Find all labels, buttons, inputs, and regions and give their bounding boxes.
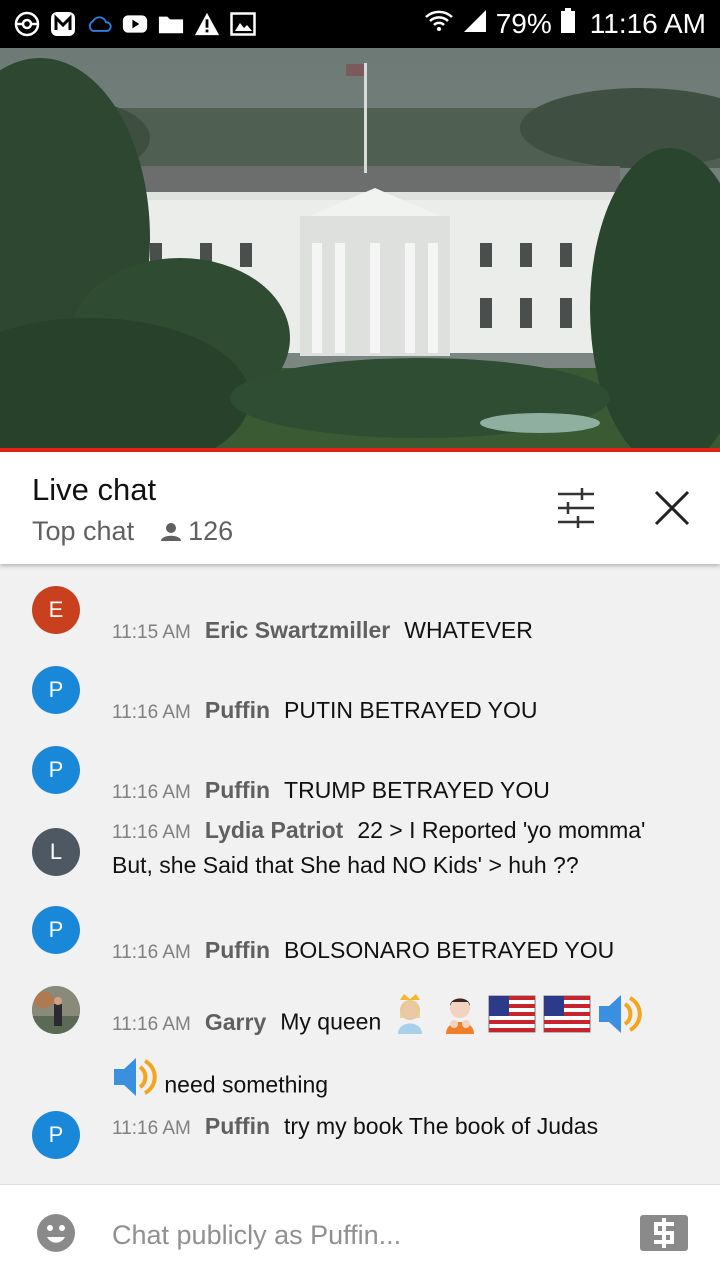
notification-icons (14, 11, 256, 37)
close-chat-button[interactable] (646, 482, 698, 534)
chat-header: Live chat Top chat 126 (0, 452, 720, 564)
avatar[interactable] (32, 986, 80, 1034)
message-text: BOLSONARO BETRAYED YOU (284, 937, 615, 963)
chat-message-input[interactable] (112, 1215, 612, 1255)
pokeball-icon (14, 11, 40, 37)
message-text: PUTIN BETRAYED YOU (284, 697, 538, 723)
close-icon (654, 490, 690, 526)
message-time: 11:16 AM (112, 782, 191, 803)
chat-mode-row[interactable]: Top chat 126 (32, 516, 233, 547)
emoji-picker-button[interactable] (36, 1213, 76, 1253)
viewer-count-value: 126 (188, 516, 234, 546)
video-frame-white-house (0, 48, 720, 448)
image-icon (230, 11, 256, 37)
avatar[interactable]: E (32, 586, 80, 634)
avatar-photo (32, 986, 80, 1034)
smiley-icon (37, 1214, 75, 1252)
us-flag-emoji (543, 995, 591, 1052)
cloud-icon (86, 11, 112, 37)
chat-message-list[interactable]: E 11:15 AM Eric Swartzmiller WHATEVER P 11… (0, 566, 720, 1184)
message-time: 11:15 AM (112, 622, 191, 643)
folder-icon (158, 11, 184, 37)
message-text: 22 > I Reported 'yo momma' But, she Said… (112, 817, 646, 878)
message-body: 11:16 AM Puffin try my book The book of Ju… (112, 1110, 692, 1145)
message-body: 11:16 AM Puffin PUTIN BETRAYED YOU (112, 694, 692, 729)
message-text-continued: need something (164, 1071, 329, 1098)
avatar[interactable]: L (32, 828, 80, 876)
chat-input-bar (0, 1184, 720, 1280)
message-text: WHATEVER (404, 617, 533, 643)
message-author[interactable]: Garry (205, 1009, 266, 1035)
battery-percent: 79% (495, 8, 552, 39)
warning-icon (194, 11, 220, 37)
princess-emoji (388, 992, 432, 1055)
signal-icon (462, 8, 488, 40)
super-chat-button[interactable] (640, 1215, 688, 1251)
video-player[interactable] (0, 48, 720, 448)
message-author[interactable]: Puffin (205, 1113, 270, 1139)
sliders-icon (558, 488, 594, 528)
status-bar: 79% 11:16 AM (0, 0, 720, 48)
message-text: TRUMP BETRAYED YOU (284, 777, 550, 803)
message-body: 11:15 AM Eric Swartzmiller WHATEVER (112, 614, 692, 649)
chat-mode-label[interactable]: Top chat (32, 516, 134, 547)
message-body: 11:16 AM Garry My queen need something (112, 992, 692, 1118)
message-time: 11:16 AM (112, 1013, 191, 1035)
dollar-icon (640, 1215, 688, 1251)
us-flag-emoji (488, 995, 536, 1052)
chat-title: Live chat (32, 472, 157, 507)
speaker-emoji (597, 992, 643, 1055)
message-author[interactable]: Puffin (205, 697, 270, 723)
youtube-icon (122, 11, 148, 37)
message-time: 11:16 AM (112, 822, 191, 843)
message-time: 11:16 AM (112, 1118, 191, 1139)
wifi-icon (424, 8, 454, 40)
avatar[interactable]: P (32, 746, 80, 794)
message-author[interactable]: Eric Swartzmiller (205, 617, 390, 643)
message-author[interactable]: Lydia Patriot (205, 817, 343, 843)
avatar[interactable]: P (32, 906, 80, 954)
m-app-icon (50, 11, 76, 37)
message-author[interactable]: Puffin (205, 937, 270, 963)
message-time: 11:16 AM (112, 942, 191, 963)
clock: 11:16 AM (589, 8, 706, 39)
person-icon (161, 522, 182, 541)
message-time: 11:16 AM (112, 702, 191, 723)
message-body: 11:16 AM Lydia Patriot 22 > I Reported 'yo… (112, 814, 672, 881)
avatar[interactable]: P (32, 1111, 80, 1159)
speaker-emoji (112, 1055, 158, 1118)
message-body: 11:16 AM Puffin BOLSONARO BETRAYED YOU (112, 934, 692, 969)
avatar[interactable]: P (32, 666, 80, 714)
viewer-count: 126 (160, 516, 233, 547)
chat-filter-button[interactable] (552, 486, 600, 530)
message-body: 11:16 AM Puffin TRUMP BETRAYED YOU (112, 774, 692, 809)
message-text: My queen (280, 1008, 382, 1035)
message-author[interactable]: Puffin (205, 777, 270, 803)
message-text: try my book The book of Judas (284, 1113, 599, 1139)
person-pouting-emoji (438, 992, 482, 1055)
battery-icon (560, 7, 576, 41)
